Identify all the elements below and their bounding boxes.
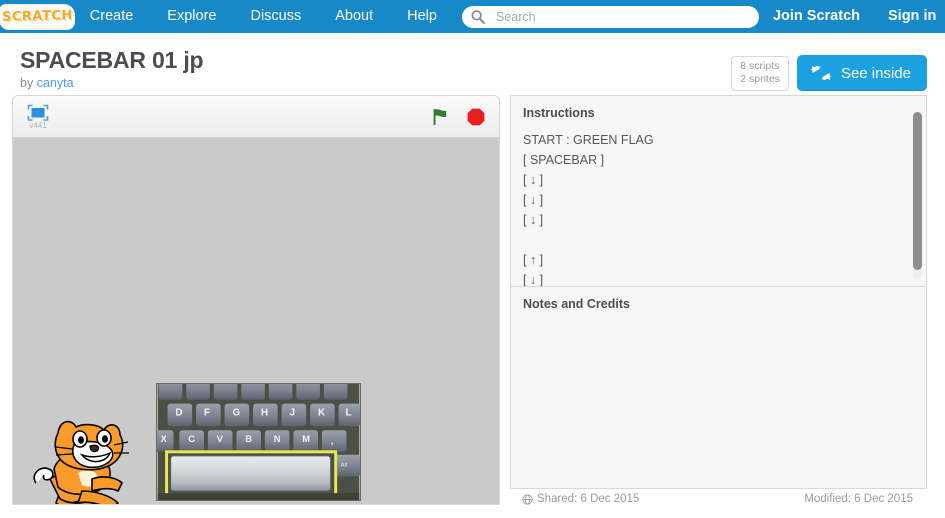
byline-prefix: by bbox=[20, 76, 34, 90]
join-scratch-link[interactable]: Join Scratch bbox=[759, 0, 874, 33]
project-header-actions: 8 scripts 2 sprites See inside bbox=[731, 55, 927, 91]
scratch-logo[interactable]: SCRATCH bbox=[0, 0, 75, 33]
search-input[interactable] bbox=[461, 5, 759, 28]
author-link[interactable]: canyta bbox=[37, 76, 74, 90]
notes-heading: Notes and Credits bbox=[523, 297, 630, 311]
project-page: SPACEBAR 01 jp by canyta 8 scripts 2 spr… bbox=[0, 33, 945, 518]
svg-text:D: D bbox=[175, 407, 182, 418]
see-inside-arrows-icon bbox=[810, 66, 832, 80]
instructions-panel: Instructions START : GREEN FLAG [ SPACEB… bbox=[510, 95, 927, 287]
shared-date-label: Shared: 6 Dec 2015 bbox=[537, 493, 640, 505]
top-navigation-bar: SCRATCH Create Explore Discuss About Hel… bbox=[0, 0, 945, 33]
project-byline: by canyta bbox=[20, 76, 731, 90]
green-flag-icon[interactable] bbox=[429, 106, 451, 128]
player-control-bar: v441 bbox=[13, 96, 499, 138]
nav-item-help[interactable]: Help bbox=[390, 0, 454, 33]
svg-text:H: H bbox=[261, 407, 268, 418]
player-run-controls bbox=[429, 106, 487, 128]
nav-item-discuss[interactable]: Discuss bbox=[233, 0, 318, 33]
svg-text:L: L bbox=[346, 407, 352, 418]
svg-text:M: M bbox=[302, 434, 310, 444]
globe-icon bbox=[522, 493, 533, 505]
scripts-count: 8 scripts bbox=[740, 59, 780, 72]
svg-text:G: G bbox=[232, 407, 240, 418]
see-inside-label: See inside bbox=[840, 64, 911, 82]
fullscreen-icon bbox=[27, 104, 49, 121]
project-header: SPACEBAR 01 jp by canyta 8 scripts 2 spr… bbox=[0, 33, 945, 95]
svg-text:V: V bbox=[217, 434, 224, 444]
project-stage[interactable]: D F G H J K L X C V B N M , Alt bbox=[13, 138, 499, 504]
sprites-count: 2 sprites bbox=[740, 72, 780, 85]
fullscreen-button[interactable]: v441 bbox=[23, 104, 53, 130]
scratch-cat-sprite bbox=[33, 420, 129, 504]
shared-date: Shared: 6 Dec 2015 bbox=[522, 493, 639, 505]
project-main-area: v441 D F G H J K L X C V B N M , Alt Ins… bbox=[0, 95, 945, 505]
svg-text:K: K bbox=[318, 407, 325, 418]
see-inside-button[interactable]: See inside bbox=[796, 55, 927, 91]
svg-text:N: N bbox=[274, 434, 281, 444]
nav-right-group: Join Scratch Sign in bbox=[759, 0, 945, 33]
svg-text:C: C bbox=[188, 434, 195, 444]
notes-and-credits-panel: Notes and Credits bbox=[510, 287, 927, 489]
svg-text:X: X bbox=[161, 434, 168, 444]
modified-date: Modified: 6 Dec 2015 bbox=[804, 493, 913, 505]
project-title-block: SPACEBAR 01 jp by canyta bbox=[20, 43, 731, 90]
project-meta-footer: Shared: 6 Dec 2015 Modified: 6 Dec 2015 bbox=[510, 489, 927, 505]
player-version-label: v441 bbox=[29, 120, 47, 130]
svg-text:,: , bbox=[331, 436, 334, 446]
logo-wordmark: SCRATCH bbox=[2, 8, 73, 25]
svg-text:F: F bbox=[204, 407, 210, 418]
svg-text:J: J bbox=[289, 407, 294, 418]
svg-text:Alt: Alt bbox=[341, 463, 348, 469]
nav-item-explore[interactable]: Explore bbox=[150, 0, 233, 33]
modified-date-label: Modified: 6 Dec 2015 bbox=[804, 493, 913, 505]
project-details-column: Instructions START : GREEN FLAG [ SPACEB… bbox=[510, 95, 927, 505]
stop-sign-icon[interactable] bbox=[465, 106, 487, 128]
sign-in-link[interactable]: Sign in bbox=[874, 0, 945, 33]
nav-item-create[interactable]: Create bbox=[73, 0, 151, 33]
search-container bbox=[461, 5, 759, 28]
instructions-scrollbar-thumb[interactable] bbox=[913, 112, 922, 270]
page-title: SPACEBAR 01 jp bbox=[20, 47, 204, 73]
svg-text:B: B bbox=[245, 434, 252, 444]
project-player: v441 D F G H J K L X C V B N M , Alt bbox=[12, 95, 500, 505]
instructions-text: START : GREEN FLAG [ SPACEBAR ] [ ↓ ] [ … bbox=[523, 133, 654, 287]
keyboard-spacebar-photo: D F G H J K L X C V B N M , Alt bbox=[156, 383, 361, 501]
nav-item-about[interactable]: About bbox=[318, 0, 390, 33]
instructions-scrollbar[interactable] bbox=[913, 112, 922, 280]
project-stats-badge: 8 scripts 2 sprites bbox=[731, 55, 789, 91]
instructions-heading: Instructions bbox=[523, 106, 595, 120]
